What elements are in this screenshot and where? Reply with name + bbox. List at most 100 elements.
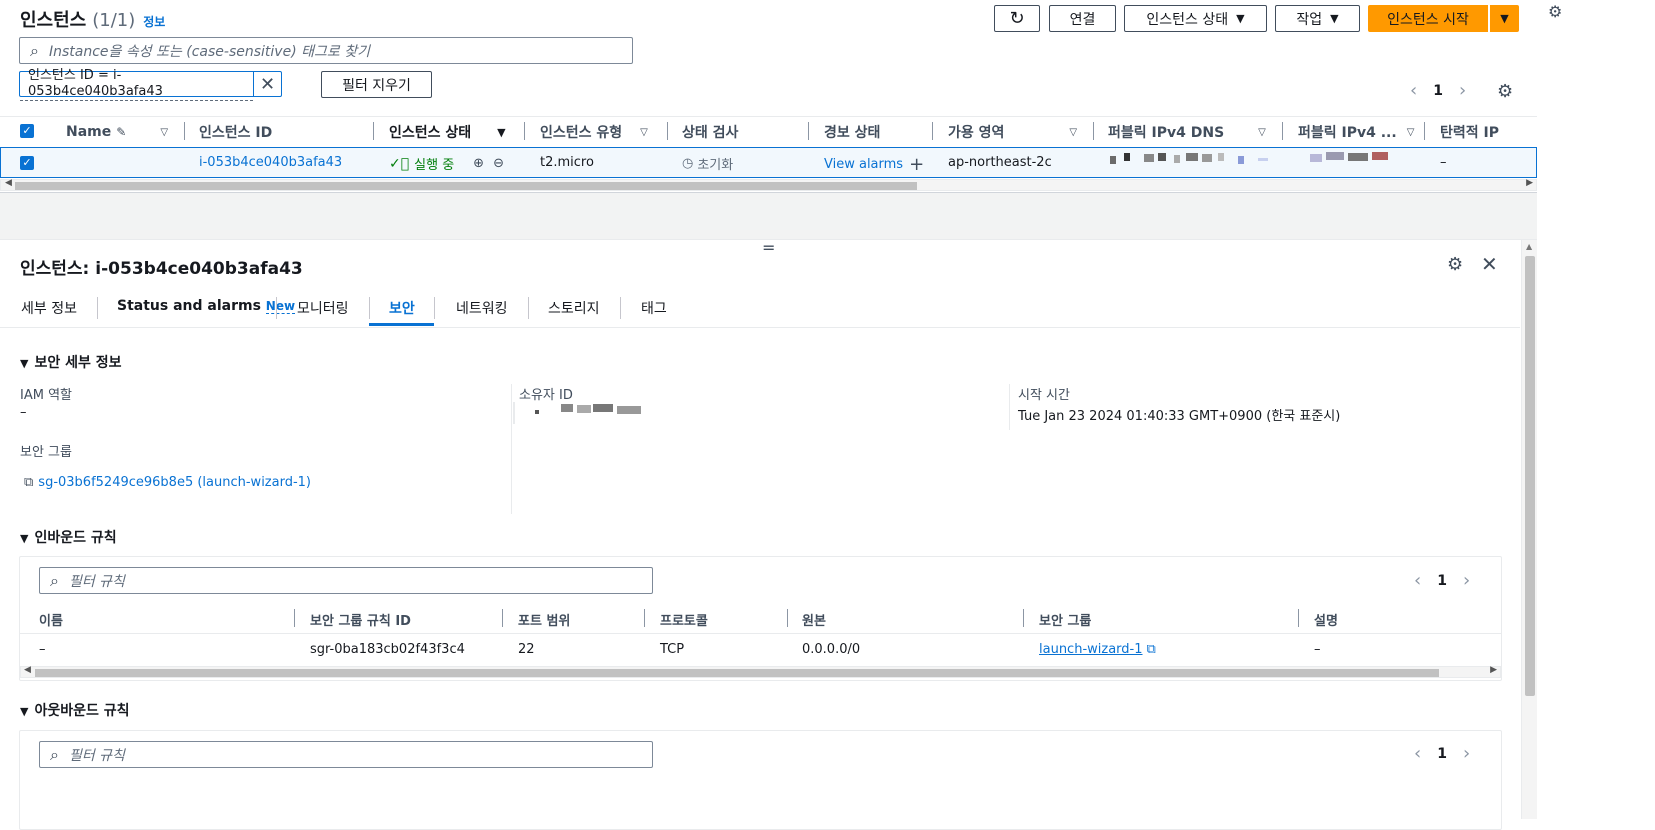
zoom-in-icon[interactable]: ⊕ (473, 156, 484, 171)
table-settings-icon[interactable]: ⚙ (1497, 81, 1513, 102)
scroll-left-icon[interactable]: ◀ (24, 665, 31, 675)
success-icon: ✓⃝ (389, 155, 410, 172)
tab-storage[interactable]: 스토리지 (548, 298, 600, 318)
instance-state-cell: ✓⃝ 실행 중 ⊕ ⊖ (389, 155, 504, 174)
tab-tags[interactable]: 태그 (641, 298, 667, 318)
col-status-check[interactable]: 상태 검사 (682, 118, 738, 146)
col-alarm-status[interactable]: 경보 상태 (824, 118, 880, 146)
inbound-col-protocol[interactable]: 프로토콜 (660, 610, 708, 629)
inbound-col-name[interactable]: 이름 (39, 610, 63, 629)
next-page-icon[interactable]: › (1463, 570, 1470, 591)
inbound-col-source[interactable]: 원본 (802, 610, 826, 629)
owner-copy-bar (513, 402, 515, 424)
col-public-dns[interactable]: 퍼블릭 IPv4 DNS ▽ (1108, 118, 1266, 146)
select-all-checkbox[interactable]: ✓ (20, 124, 34, 138)
scroll-left-icon[interactable]: ◀ (5, 178, 12, 188)
row-checkbox[interactable]: ✓ (20, 156, 34, 170)
new-badge: New (265, 299, 296, 314)
filter-token[interactable]: 인스턴스 ID = i-053b4ce040b3afa43 ✕ (19, 68, 282, 101)
search-icon: ⌕ (30, 40, 39, 60)
tab-monitoring[interactable]: 모니터링 (297, 298, 349, 318)
current-page[interactable]: 1 (1437, 573, 1447, 589)
current-page[interactable]: 1 (1437, 746, 1447, 762)
scroll-right-icon[interactable]: ▶ (1490, 665, 1497, 675)
current-page[interactable]: 1 (1433, 83, 1443, 99)
refresh-button[interactable]: ↻ (994, 5, 1040, 32)
caret-down-icon: ▼ (20, 705, 29, 718)
inbound-col-security-group[interactable]: 보안 그룹 (1039, 610, 1091, 629)
caret-down-icon: ▼ (1236, 12, 1245, 25)
elastic-ip-cell: – (1440, 155, 1447, 170)
instance-search-input[interactable]: ⌕ Instance을 속성 또는 (case-sensitive) 태그로 찾… (19, 37, 633, 64)
detail-settings-icon[interactable]: ⚙ (1447, 254, 1463, 275)
external-link-icon[interactable]: ⧉ (1147, 642, 1156, 657)
security-group-link[interactable]: sg-03b6f5249ce96b8e5 (launch-wizard-1) (38, 475, 311, 490)
prev-page-icon[interactable]: ‹ (1414, 743, 1421, 764)
outbound-rules-toggle[interactable]: ▼ 아웃바운드 규칙 (20, 700, 130, 720)
search-icon: ⌕ (50, 744, 59, 764)
alarm-cell: View alarms + (824, 154, 924, 175)
view-alarms-link[interactable]: View alarms (824, 157, 903, 172)
scroll-right-icon[interactable]: ▶ (1526, 178, 1533, 188)
prev-page-icon[interactable]: ‹ (1410, 80, 1417, 101)
inbound-row-name: – (39, 642, 46, 657)
refresh-icon: ↻ (1009, 8, 1025, 29)
scroll-up-icon[interactable]: ▲ (1526, 242, 1532, 251)
launch-time-label: 시작 시간 (1018, 388, 1070, 403)
col-instance-id[interactable]: 인스턴스 ID (199, 118, 272, 146)
inbound-row-protocol: TCP (660, 642, 685, 657)
search-icon: ⌕ (50, 570, 59, 590)
col-instance-type[interactable]: 인스턴스 유형 ▽ (540, 118, 648, 146)
sort-active-icon: ▼ (497, 125, 506, 139)
inbound-col-rule-id[interactable]: 보안 그룹 규칙 ID (310, 610, 411, 629)
inbound-col-description[interactable]: 설명 (1314, 610, 1338, 629)
col-public-ipv4[interactable]: 퍼블릭 IPv4 ... ▽ (1298, 118, 1414, 146)
launch-instance-dropdown[interactable]: ▼ (1490, 5, 1519, 32)
connect-button[interactable]: 연결 (1049, 5, 1116, 32)
close-icon[interactable]: ✕ (1481, 252, 1498, 276)
instance-count: (1/1) (92, 10, 136, 31)
zone-cell: ap-northeast-2c (948, 155, 1052, 170)
launch-time-value: Tue Jan 23 2024 01:40:33 GMT+0900 (한국 표준… (1018, 409, 1341, 424)
col-name[interactable]: Name ✎ ▽ (66, 118, 168, 146)
side-settings-icon[interactable]: ⚙ (1548, 2, 1562, 21)
tab-networking[interactable]: 네트워킹 (456, 298, 508, 318)
inbound-horizontal-scrollbar[interactable]: ◀ ▶ (20, 665, 1501, 678)
prev-page-icon[interactable]: ‹ (1414, 570, 1421, 591)
col-instance-state[interactable]: 인스턴스 상태 ▼ (389, 118, 506, 146)
inbound-rules-toggle[interactable]: ▼ 인바운드 규칙 (20, 527, 117, 547)
security-group-value: ⧉ sg-03b6f5249ce96b8e5 (launch-wizard-1) (24, 475, 311, 490)
security-details-toggle[interactable]: ▼ 보안 세부 정보 (20, 352, 122, 372)
instance-type-cell: t2.micro (540, 155, 594, 170)
sort-icon: ▽ (1406, 126, 1415, 138)
zoom-out-icon[interactable]: ⊖ (493, 156, 504, 171)
add-alarm-icon[interactable]: + (909, 154, 924, 175)
clear-filter-button[interactable]: 필터 지우기 (321, 71, 432, 98)
filter-token-label: 인스턴스 ID = i-053b4ce040b3afa43 (20, 68, 253, 101)
split-gap (0, 192, 1537, 240)
inbound-filter-input[interactable]: ⌕ 필터 규칙 (39, 567, 653, 594)
next-page-icon[interactable]: › (1463, 743, 1470, 764)
actions-button[interactable]: 작업 ▼ (1275, 5, 1360, 32)
inbound-col-port[interactable]: 포트 범위 (518, 610, 570, 629)
table-horizontal-scrollbar[interactable]: ◀ ▶ (0, 178, 1537, 191)
instance-state-button[interactable]: 인스턴스 상태 ▼ (1124, 5, 1267, 32)
instance-id-link[interactable]: i-053b4ce040b3afa43 (199, 155, 342, 170)
tab-status-alarms[interactable]: Status and alarms New (117, 298, 296, 314)
launch-wizard-link[interactable]: launch-wizard-1 (1039, 642, 1143, 657)
col-elastic-ip[interactable]: 탄력적 IP (1440, 118, 1499, 146)
info-link[interactable]: 정보 (143, 13, 165, 30)
page-title: 인스턴스 (20, 10, 87, 31)
launch-instance-button[interactable]: 인스턴스 시작 (1368, 5, 1488, 32)
detail-vertical-scrollbar[interactable]: ▲ (1521, 240, 1537, 819)
outbound-filter-input[interactable]: ⌕ 필터 규칙 (39, 741, 653, 768)
filter-token-remove-button[interactable]: ✕ (253, 72, 281, 96)
tab-security[interactable]: 보안 (389, 298, 415, 318)
tab-details[interactable]: 세부 정보 (21, 298, 77, 318)
copy-icon[interactable]: ⧉ (24, 475, 33, 490)
col-availability-zone[interactable]: 가용 영역 ▽ (948, 118, 1077, 146)
split-panel-drag-handle[interactable]: = (762, 238, 775, 257)
next-page-icon[interactable]: › (1459, 80, 1466, 101)
caret-down-icon: ▼ (1330, 12, 1339, 25)
outbound-pagination: ‹ 1 › (1414, 743, 1470, 764)
